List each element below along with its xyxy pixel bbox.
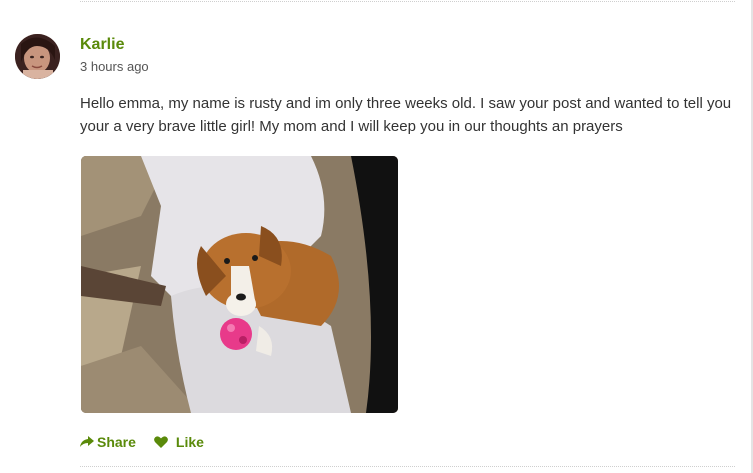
post-photo[interactable] — [81, 156, 398, 413]
bottom-divider — [80, 466, 735, 467]
like-label: Like — [175, 434, 204, 450]
heart-icon — [154, 436, 168, 448]
post-timestamp: 3 hours ago — [80, 59, 149, 74]
post-text: Hello emma, my name is rusty and im only… — [80, 95, 732, 135]
author-name[interactable]: Karlie — [80, 35, 124, 55]
like-button[interactable]: Like — [154, 434, 204, 450]
top-divider — [80, 1, 735, 2]
share-icon — [80, 436, 94, 448]
share-button[interactable]: Share — [80, 434, 136, 450]
post-actions: Share Like — [80, 432, 204, 452]
share-label: Share — [97, 434, 136, 450]
avatar[interactable] — [15, 34, 60, 79]
comment-post: Karlie 3 hours ago Hello emma, my name i… — [0, 0, 753, 473]
